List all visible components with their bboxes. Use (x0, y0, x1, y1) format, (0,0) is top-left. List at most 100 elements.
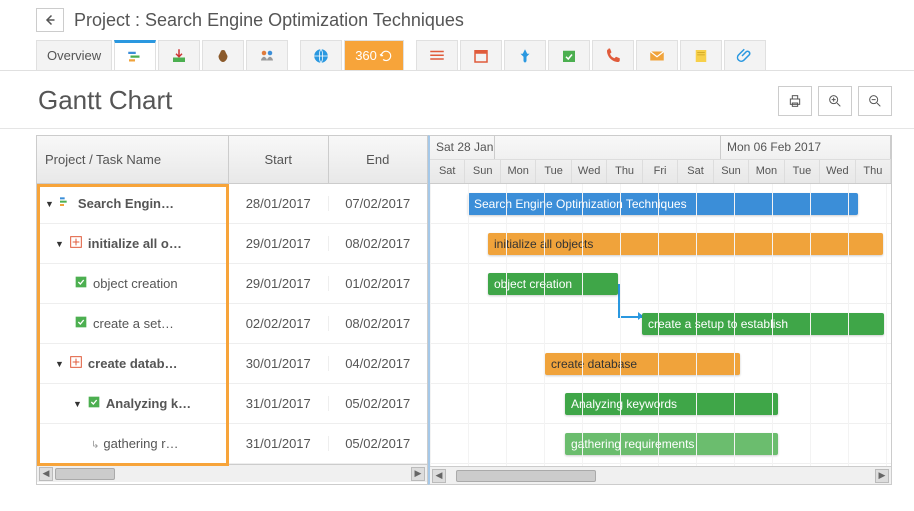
task-type-icon (73, 314, 89, 333)
gridline (848, 184, 849, 466)
tab-team[interactable] (246, 40, 288, 70)
col-header-end: End (329, 136, 428, 183)
calendar-icon (472, 47, 490, 65)
gridline (582, 184, 583, 466)
gantt-bar[interactable]: gathering requirements (565, 433, 778, 455)
day-header: Mon (749, 160, 784, 183)
globe-icon (312, 47, 330, 65)
scroll-left-icon[interactable]: ◀ (39, 467, 53, 481)
task-start-cell: 31/01/2017 (229, 436, 329, 451)
tab-list[interactable] (416, 40, 458, 70)
task-name-label: Analyzing k… (106, 396, 191, 411)
task-name-label: gathering r… (103, 436, 178, 451)
zoom-in-icon (827, 93, 843, 109)
task-type-icon (68, 234, 84, 253)
col-header-start: Start (229, 136, 329, 183)
gridline (506, 184, 507, 466)
tree-toggle-icon[interactable]: ▼ (55, 239, 64, 249)
task-end-cell: 05/02/2017 (329, 396, 428, 411)
tab-pin[interactable] (504, 40, 546, 70)
tab-360-label: 360 (355, 48, 377, 63)
gridline (696, 184, 697, 466)
tree-toggle-icon[interactable]: ▼ (45, 199, 54, 209)
scroll-thumb[interactable] (55, 468, 115, 480)
task-name-label: Search Engin… (78, 196, 174, 211)
tab-check-calendar[interactable] (548, 40, 590, 70)
gantt-bar[interactable]: object creation (488, 273, 618, 295)
gridline (620, 184, 621, 466)
task-start-cell: 31/01/2017 (229, 396, 329, 411)
gantt-icon (126, 48, 144, 66)
tab-divider-2 (406, 40, 414, 70)
task-row[interactable]: object creation29/01/201701/02/2017 (37, 264, 427, 304)
task-end-cell: 08/02/2017 (329, 236, 428, 251)
tab-phone[interactable] (592, 40, 634, 70)
tab-note[interactable] (680, 40, 722, 70)
task-name-cell: ▼ Search Engin… (37, 194, 229, 213)
tab-overview[interactable]: Overview (36, 40, 112, 70)
task-name-label: create datab… (88, 356, 178, 371)
tab-overview-label: Overview (47, 48, 101, 63)
scroll-right-icon[interactable]: ▶ (411, 467, 425, 481)
col-header-name: Project / Task Name (37, 136, 229, 183)
gantt-bar[interactable]: initialize all objects (488, 233, 883, 255)
refresh-icon (379, 49, 393, 63)
zoom-in-button[interactable] (818, 86, 852, 116)
list-icon (428, 47, 446, 65)
day-header: Wed (572, 160, 607, 183)
gridline (772, 184, 773, 466)
team-icon (258, 47, 276, 65)
day-header: Sat (678, 160, 713, 183)
task-end-cell: 04/02/2017 (329, 356, 428, 371)
tab-globe[interactable] (300, 40, 342, 70)
gridline (430, 184, 431, 466)
day-header: Mon (501, 160, 536, 183)
day-header: Wed (820, 160, 855, 183)
money-bag-icon (214, 47, 232, 65)
right-scrollbar[interactable]: ◀ ▶ (430, 466, 891, 484)
week-header-partial: Sat 28 Jan 2 Mon 30 Jan 2017 (430, 136, 495, 159)
week-header-2: Mon 06 Feb 2017 (721, 136, 891, 159)
task-row[interactable]: ▼create datab…30/01/201704/02/2017 (37, 344, 427, 384)
task-start-cell: 29/01/2017 (229, 236, 329, 251)
task-type-icon (58, 194, 74, 213)
gantt-bar[interactable]: create database (545, 353, 740, 375)
task-row[interactable]: ▼Search Engin…28/01/201707/02/2017 (37, 184, 427, 224)
left-scrollbar[interactable]: ◀ ▶ (37, 464, 427, 482)
tab-gantt[interactable] (114, 40, 156, 70)
breadcrumb-prefix: Project : (74, 10, 145, 30)
tab-budget[interactable] (202, 40, 244, 70)
day-header: Fri (643, 160, 678, 183)
day-header: Sun (714, 160, 749, 183)
scroll-left-icon[interactable]: ◀ (432, 469, 446, 483)
tab-attachment[interactable] (724, 40, 766, 70)
tab-360[interactable]: 360 (344, 40, 404, 70)
task-row[interactable]: ▼initialize all o…29/01/201708/02/2017 (37, 224, 427, 264)
task-row[interactable]: ▼ Analyzing k… 31/01/201705/02/2017 (37, 384, 427, 424)
task-row[interactable]: create a set…02/02/201708/02/2017 (37, 304, 427, 344)
tab-calendar[interactable] (460, 40, 502, 70)
gridline (734, 184, 735, 466)
tab-mail[interactable] (636, 40, 678, 70)
scroll-thumb[interactable] (456, 470, 596, 482)
tree-toggle-icon[interactable]: ▼ (55, 359, 64, 369)
task-name-cell: ▼ create datab… (37, 354, 229, 373)
gridline (886, 184, 887, 466)
task-row[interactable]: ↳gathering r…31/01/201705/02/2017 (37, 424, 427, 464)
breadcrumb-title: Search Engine Optimization Techniques (145, 10, 464, 30)
print-button[interactable] (778, 86, 812, 116)
scroll-right-icon[interactable]: ▶ (875, 469, 889, 483)
gantt-bar[interactable]: Analyzing keywords (565, 393, 778, 415)
phone-icon (604, 47, 622, 65)
task-type-icon (68, 354, 84, 373)
tree-toggle-icon[interactable]: ▼ (73, 399, 82, 409)
back-button[interactable] (36, 8, 64, 32)
gridline (468, 184, 469, 466)
note-icon (692, 47, 710, 65)
tab-export[interactable] (158, 40, 200, 70)
gantt-bar[interactable]: Search Engine Optimization Techniques (468, 193, 858, 215)
task-end-cell: 08/02/2017 (329, 316, 428, 331)
week-header-1 (495, 136, 721, 159)
day-header: Thu (607, 160, 642, 183)
zoom-out-button[interactable] (858, 86, 892, 116)
